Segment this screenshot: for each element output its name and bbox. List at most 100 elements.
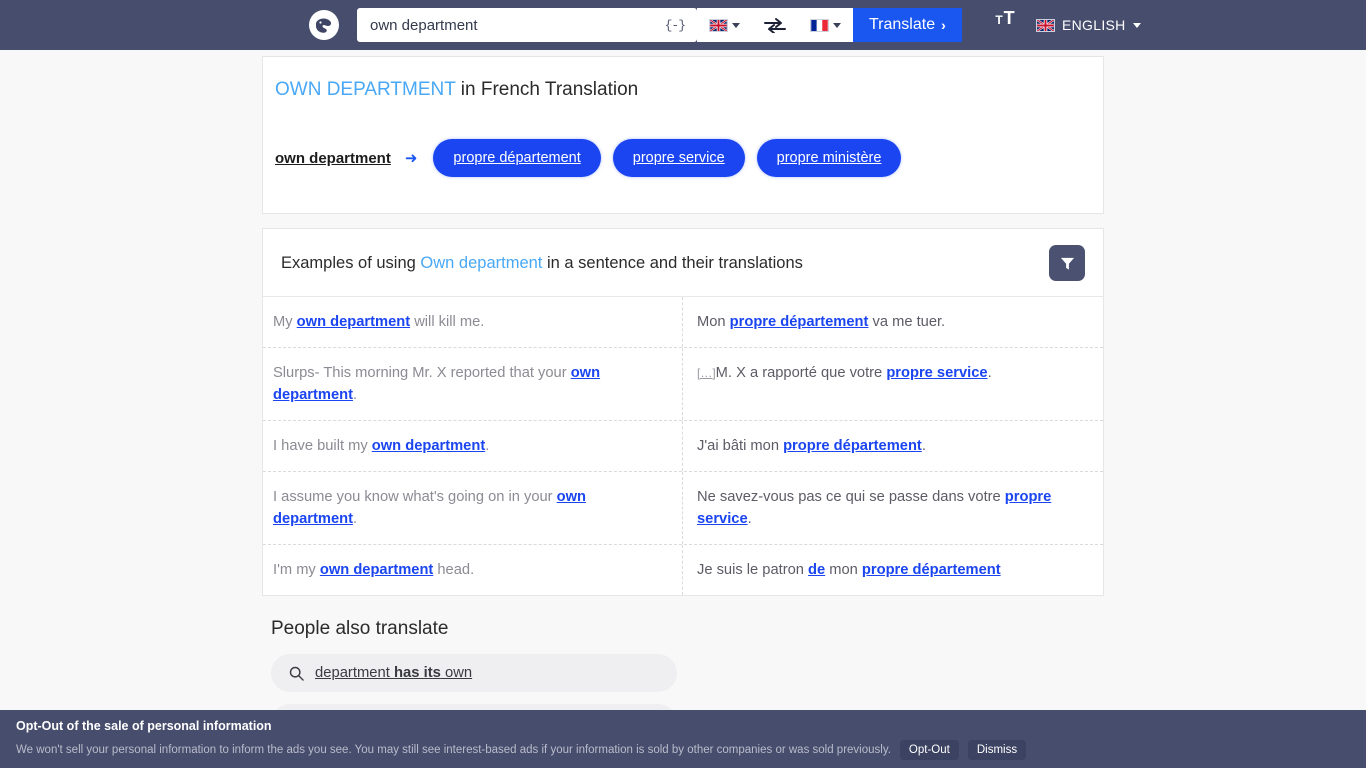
font-size-small: T [995,13,1003,27]
search-icon [289,666,304,681]
banner-text: We won't sell your personal information … [16,744,891,756]
banner-body: We won't sell your personal information … [16,740,1366,760]
example-text: M. X a rapporté que votre [715,365,887,381]
example-text: I have built my [273,438,372,454]
translation-card: OWN DEPARTMENT in French Translation own… [262,56,1104,214]
example-text: I assume you know what's going on in you… [273,489,557,505]
example-text: will kill me. [410,314,485,330]
suggestion-chip[interactable]: department has its own [271,654,677,692]
example-text: . [485,438,490,454]
example-text: . [352,511,358,527]
example-text: I'm my [273,562,320,578]
translate-button-label: Translate [869,16,936,33]
source-term[interactable]: own department [275,150,391,167]
example-cell-left: Slurps- This morning Mr. X reported that… [263,348,683,420]
example-text: . [987,365,992,381]
examples-heading-term: Own department [420,253,543,272]
example-term-link[interactable]: own department [297,314,410,330]
chip-bold-text: has its [393,665,441,681]
table-row: I have built my own department. J'ai bâti… [263,421,1103,472]
suggestion-chip-label: department has its own [315,665,472,681]
examples-card: Examples of using Own department in a se… [262,228,1104,596]
font-size-icon[interactable]: T T [988,8,1022,42]
ui-language-selector[interactable]: ENGLISH [1036,8,1141,42]
example-cell-right: […]M. X a rapporté que votre propre serv… [683,348,1103,420]
page-title: OWN DEPARTMENT in French Translation [275,79,1091,101]
example-cell-left: My own department will kill me. [263,297,683,347]
example-text: va me tuer. [868,314,946,330]
people-also-translate-title: People also translate [271,618,449,639]
font-size-big: T [1003,8,1015,28]
truncation-marker: […] [697,366,716,380]
example-text: . [747,511,752,527]
uk-flag [709,18,728,32]
translation-pills: propre département propre service propre m… [433,139,913,177]
example-term-link[interactable]: propre département [783,438,922,454]
translation-pill[interactable]: propre ministère [756,139,902,177]
chevron-down-icon [732,22,740,28]
uk-flag [1036,18,1055,32]
search-input[interactable] [357,8,665,42]
example-cell-left: I have built my own department. [263,421,683,471]
swap-languages-icon[interactable] [752,8,798,42]
example-cell-right: Mon propre département va me tuer. [683,297,1103,347]
opt-out-button[interactable]: Opt-Out [899,740,959,760]
chevron-down-icon [833,22,841,28]
source-language-selector[interactable] [697,8,752,42]
opt-out-banner: Opt-Out of the sale of personal informat… [0,710,1366,768]
target-language-selector[interactable] [798,8,853,42]
ui-language-label: ENGLISH [1062,17,1126,33]
search-box[interactable]: {-} [357,8,697,42]
example-cell-right: Je suis le patron de mon propre départem… [683,545,1103,595]
france-flag [810,18,829,32]
example-term-link[interactable]: propre département [730,314,869,330]
language-controls: Translate › [697,8,962,42]
chip-text: department [315,665,394,681]
chevron-right-icon: › [941,17,946,33]
translation-pill[interactable]: propre service [612,139,745,177]
example-cell-left: I assume you know what's going on in you… [263,472,683,544]
arrow-right-icon: ➜ [404,150,418,167]
chevron-down-icon [1132,22,1141,28]
example-text: Mon [697,314,730,330]
table-row: Slurps- This morning Mr. X reported that… [263,348,1103,421]
filter-button[interactable] [1049,245,1085,281]
chip-text: own [440,665,473,681]
example-cell-left: I'm my own department head. [263,545,683,595]
example-text: My [273,314,297,330]
table-row: I'm my own department head. Je suis le pa… [263,545,1103,595]
whale-logo-icon[interactable] [309,10,339,40]
example-term-link[interactable]: own department [372,438,485,454]
example-term-link[interactable]: propre département [862,562,1001,578]
examples-header: Examples of using Own department in a se… [263,229,1103,297]
table-row: I assume you know what's going on in you… [263,472,1103,545]
example-cell-right: J'ai bâti mon propre département. [683,421,1103,471]
example-text: mon [825,562,862,578]
example-term-link[interactable]: de [808,562,825,578]
page-title-term: OWN DEPARTMENT [275,79,456,100]
braces-icon[interactable]: {-} [665,18,697,33]
example-text: Je suis le patron [697,562,809,578]
examples-heading-suffix: in a sentence and their translations [542,253,803,272]
examples-heading-prefix: Examples of using [281,253,421,272]
translation-pill[interactable]: propre département [433,139,601,177]
banner-title: Opt-Out of the sale of personal informat… [16,719,272,733]
table-row: My own department will kill me. Mon propr… [263,297,1103,348]
example-cell-right: Ne savez-vous pas ce qui se passe dans v… [683,472,1103,544]
example-term-link[interactable]: own department [320,562,433,578]
examples-table: My own department will kill me. Mon propr… [263,297,1103,595]
app-header: {-} [0,0,1366,50]
example-text: Ne savez-vous pas ce qui se passe dans v… [697,489,1005,505]
example-text: J'ai bâti mon [697,438,784,454]
main-content: OWN DEPARTMENT in French Translation own… [0,56,1366,768]
example-text: head. [433,562,475,578]
example-text: . [352,387,358,403]
examples-heading: Examples of using Own department in a se… [281,254,803,273]
example-text: . [921,438,926,454]
example-term-link[interactable]: propre service [886,365,987,381]
filter-funnel-icon [1060,257,1074,270]
translation-row: own department ➜ propre département propr… [275,139,1091,177]
translate-button[interactable]: Translate › [853,8,962,42]
example-text: Slurps- This morning Mr. X reported that… [273,365,571,381]
dismiss-button[interactable]: Dismiss [967,740,1027,760]
